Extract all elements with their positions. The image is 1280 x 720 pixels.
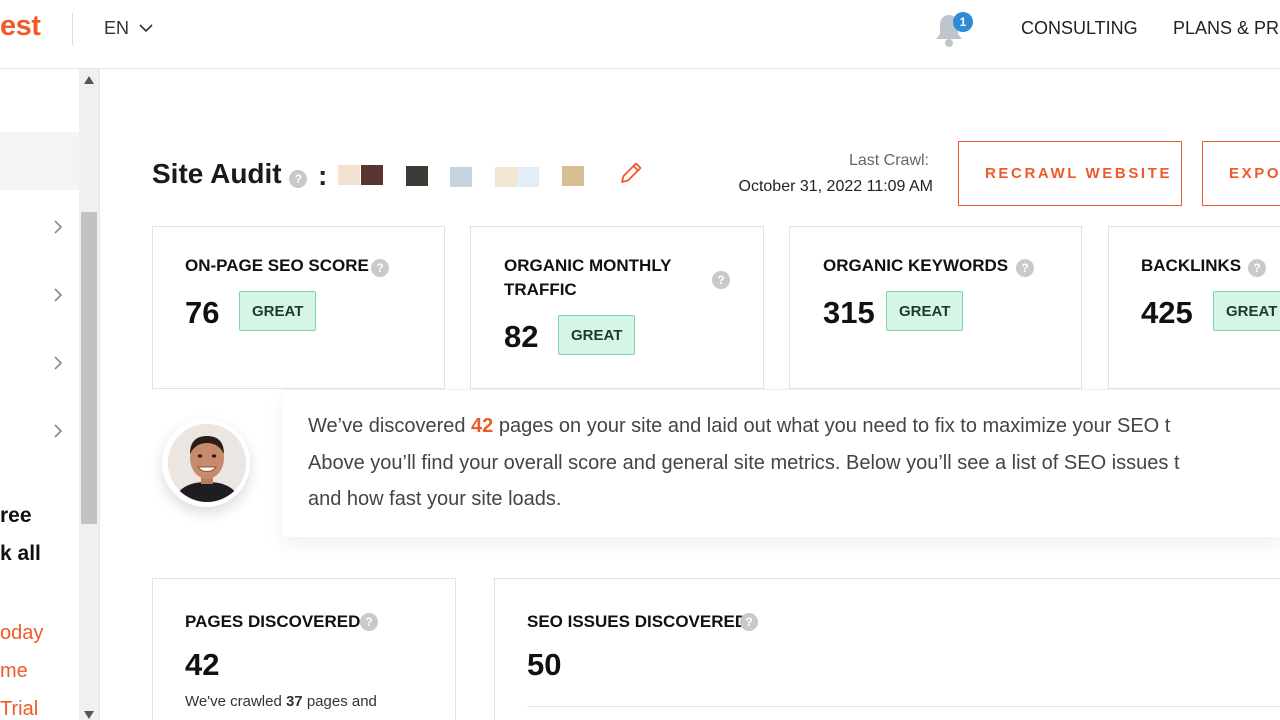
metric-value: 76	[185, 295, 220, 330]
nav-plans-pricing[interactable]: PLANS & PRIC	[1173, 18, 1280, 39]
language-label: EN	[104, 18, 130, 38]
sidebar-panel	[0, 69, 79, 132]
redacted-domain-block	[338, 165, 360, 185]
description-text: We've crawled	[185, 693, 286, 710]
summary-line-2: Above you’ll find your overall score and…	[308, 451, 1180, 474]
scroll-up-icon[interactable]	[84, 76, 94, 84]
summary-text: pages on your site and laid out what you…	[493, 415, 1171, 437]
promo-link[interactable]: oday	[0, 622, 43, 645]
last-crawl-label: Last Crawl:	[848, 152, 929, 169]
nav-consulting[interactable]: CONSULTING	[1021, 18, 1138, 39]
help-icon[interactable]: ?	[289, 170, 308, 188]
title-separator: :	[318, 160, 328, 191]
scroll-down-icon[interactable]	[84, 711, 94, 719]
pages-count-highlight: 42	[471, 415, 494, 437]
pages-discovered-value: 42	[185, 647, 220, 682]
avatar-portrait	[168, 424, 246, 502]
card-title: SEO ISSUES DISCOVERED	[527, 612, 748, 631]
metric-value: 425	[1141, 295, 1193, 330]
metric-title: ON-PAGE SEO SCORE	[185, 256, 369, 275]
promo-link[interactable]: Trial	[0, 698, 38, 720]
sidebar-item[interactable]	[0, 267, 79, 323]
chevron-right-icon	[54, 220, 63, 234]
promo-heading-line: k all	[0, 542, 41, 565]
redacted-domain-block	[450, 167, 472, 187]
chevron-right-icon	[54, 356, 63, 370]
recrawl-website-button[interactable]: RECRAWL WEBSITE	[958, 141, 1182, 206]
sidebar-promo: ree k all oday me Trial	[0, 478, 79, 720]
divider	[527, 706, 1280, 707]
redacted-domain-block	[406, 166, 428, 186]
status-badge: GREAT	[886, 291, 964, 331]
metric-title: ORGANIC KEYWORDS	[823, 256, 1009, 275]
last-crawl-date: October 31, 2022 11:09 AM	[738, 178, 934, 195]
sidebar-item[interactable]	[0, 403, 79, 459]
metric-value: 82	[504, 319, 539, 354]
scrollbar-thumb[interactable]	[81, 212, 97, 524]
redacted-domain-block	[562, 166, 584, 186]
metric-title: BACKLINKS	[1141, 256, 1242, 275]
notification-count-badge: 1	[953, 12, 973, 32]
chevron-right-icon	[54, 288, 63, 302]
top-bar: est EN 1 CONSULTING PLANS & PRIC	[0, 0, 1280, 69]
seo-issues-card	[494, 578, 1280, 720]
language-selector[interactable]: EN	[104, 18, 153, 39]
avatar	[168, 424, 246, 502]
help-icon[interactable]: ?	[740, 613, 758, 631]
edit-pencil-icon[interactable]	[618, 160, 644, 186]
page-title-text: Site Audit	[152, 158, 282, 189]
redacted-domain-block	[495, 167, 517, 187]
description-text: pages and	[302, 693, 377, 710]
summary-text: We’ve discovered	[308, 415, 472, 437]
sidebar: ree k all oday me Trial	[0, 69, 79, 720]
metric-card-organic-traffic	[470, 226, 764, 389]
status-badge: GREAT	[558, 315, 636, 355]
page-title: Site Audit ?	[152, 158, 308, 190]
pages-crawled-description: We've crawled 37 pages and	[185, 693, 377, 710]
metric-title: ORGANIC MONTHLY TRAFFIC	[504, 256, 672, 299]
summary-line-1: We’ve discovered 42 pages on your site a…	[308, 408, 1280, 445]
promo-link[interactable]: me	[0, 660, 28, 683]
crawled-count: 37	[285, 693, 303, 710]
card-title: PAGES DISCOVERED	[185, 612, 361, 631]
sidebar-item[interactable]	[0, 335, 79, 391]
divider	[72, 13, 73, 45]
help-icon[interactable]: ?	[360, 613, 378, 631]
status-badge: GREAT	[1213, 291, 1280, 331]
metric-value: 315	[823, 295, 875, 330]
export-button[interactable]: EXPO	[1202, 141, 1280, 206]
summary-message: We’ve discovered 42 pages on your site a…	[308, 408, 1280, 518]
redacted-domain-block	[517, 167, 539, 187]
brand-logo[interactable]: est	[0, 10, 41, 43]
sidebar-item[interactable]	[0, 199, 79, 255]
help-icon[interactable]: ?	[712, 271, 730, 289]
help-icon[interactable]: ?	[1016, 259, 1034, 277]
help-icon[interactable]: ?	[1248, 259, 1266, 277]
seo-issues-value: 50	[527, 647, 562, 682]
summary-line-3: and how fast your site loads.	[308, 488, 562, 510]
redacted-domain-block	[361, 165, 383, 185]
chevron-right-icon	[54, 424, 63, 438]
chevron-down-icon	[139, 24, 153, 33]
status-badge: GREAT	[239, 291, 317, 331]
help-icon[interactable]: ?	[371, 259, 389, 277]
promo-heading-line: ree	[0, 504, 32, 527]
